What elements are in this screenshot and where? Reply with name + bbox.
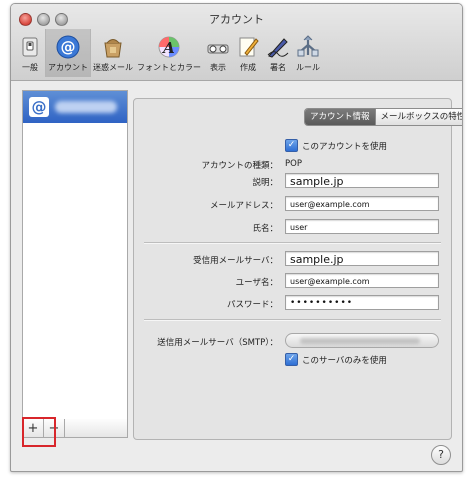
- preferences-window: アカウント 一般 @ アカウント 迷惑メール A フォントとカラー 表示 作成 …: [10, 3, 463, 472]
- account-list-item[interactable]: @: [23, 91, 127, 123]
- tab-account-info[interactable]: アカウント情報: [305, 109, 376, 125]
- checkmark-icon: ✓: [285, 139, 298, 152]
- toolbar-accounts[interactable]: @ アカウント: [45, 29, 91, 77]
- divider: [144, 319, 441, 321]
- smtp-only-row: ✓ このサーバのみを使用: [134, 351, 451, 369]
- toolbar-label: 一般: [22, 63, 38, 72]
- title-bar: アカウント 一般 @ アカウント 迷惑メール A フォントとカラー 表示 作成 …: [11, 4, 462, 81]
- password-label: パスワード：: [226, 300, 278, 310]
- toolbar-rules[interactable]: ルール: [293, 29, 323, 77]
- tab-mailbox-behaviors[interactable]: メールボックスの特性: [376, 109, 462, 125]
- switch-icon: [17, 34, 43, 60]
- toolbar-label: 迷惑メール: [93, 63, 133, 72]
- help-button[interactable]: ?: [431, 445, 451, 465]
- glasses-icon: [205, 34, 231, 60]
- incoming-server-field[interactable]: sample.jp: [285, 251, 439, 266]
- compose-icon: [235, 34, 261, 60]
- toolbar-fonts-colors[interactable]: A フォントとカラー: [135, 29, 203, 77]
- checkmark-icon: ✓: [285, 353, 298, 366]
- fullname-field[interactable]: user: [285, 219, 439, 234]
- account-type-label: アカウントの種類：: [201, 161, 278, 171]
- email-row: メールアドレス： user@example.com: [134, 196, 451, 214]
- enable-account-row: ✓ このアカウントを使用: [134, 137, 451, 155]
- svg-text:@: @: [61, 38, 76, 56]
- toolbar-label: ルール: [296, 63, 320, 72]
- enable-account-checkbox[interactable]: ✓ このアカウントを使用: [285, 139, 387, 152]
- use-only-this-server-label: このサーバのみを使用: [302, 355, 387, 366]
- email-field[interactable]: user@example.com: [285, 196, 439, 211]
- description-field[interactable]: sample.jp: [285, 173, 439, 188]
- incoming-server-label: 受信用メールサーバ：: [193, 256, 278, 266]
- smtp-row: 送信用メールサーバ（SMTP）：: [134, 333, 451, 351]
- trash-bag-icon: [100, 34, 126, 60]
- description-label: 説明：: [252, 178, 278, 188]
- password-row: パスワード： ••••••••••: [134, 295, 451, 313]
- at-sign-icon: @: [55, 34, 81, 60]
- svg-text:A: A: [161, 39, 175, 57]
- toolbar-viewing[interactable]: 表示: [203, 29, 233, 77]
- username-label: ユーザ名：: [235, 278, 278, 288]
- username-row: ユーザ名： user@example.com: [134, 273, 451, 291]
- account-detail-panel: アカウント情報 メールボックスの特性 詳細 ✓ このアカウントを使用 アカウント…: [133, 98, 462, 440]
- toolbar-composing[interactable]: 作成: [233, 29, 263, 77]
- smtp-label: 送信用メールサーバ（SMTP）：: [157, 338, 278, 348]
- toolbar-label: アカウント: [48, 63, 88, 72]
- smtp-server-popup[interactable]: [285, 333, 439, 348]
- password-field[interactable]: ••••••••••: [285, 295, 439, 310]
- pen-icon: [265, 34, 291, 60]
- enable-account-label: このアカウントを使用: [302, 141, 388, 152]
- use-only-this-server-checkbox[interactable]: ✓ このサーバのみを使用: [285, 353, 387, 366]
- account-type-row: アカウントの種類： POP: [134, 156, 451, 174]
- accounts-pane: @ + − アカウント情報 メールボックスの特性 詳細 ✓ このアカウントを使用: [11, 81, 462, 471]
- toolbar-label: 表示: [210, 63, 226, 72]
- toolbar-label: 署名: [270, 63, 286, 72]
- add-button-highlight: [22, 417, 56, 447]
- fullname-row: 氏名： user: [134, 219, 451, 237]
- smtp-server-redacted: [300, 338, 420, 344]
- at-sign-icon: @: [29, 97, 49, 117]
- accounts-list[interactable]: @: [22, 90, 128, 421]
- email-label: メールアドレス：: [209, 201, 278, 211]
- font-color-icon: A: [156, 34, 182, 60]
- description-row: 説明： sample.jp: [134, 173, 451, 191]
- window-title: アカウント: [209, 13, 264, 26]
- divider: [144, 242, 441, 244]
- toolbar-label: フォントとカラー: [137, 63, 201, 72]
- detail-tabs: アカウント情報 メールボックスの特性 詳細: [304, 108, 462, 126]
- incoming-server-row: 受信用メールサーバ： sample.jp: [134, 251, 451, 269]
- rules-icon: [295, 34, 321, 60]
- account-name-redacted: [55, 101, 117, 113]
- account-type-value: POP: [285, 159, 302, 169]
- toolbar-signatures[interactable]: 署名: [263, 29, 293, 77]
- toolbar-junk-mail[interactable]: 迷惑メール: [91, 29, 135, 77]
- toolbar-general[interactable]: 一般: [15, 29, 45, 77]
- preferences-toolbar: 一般 @ アカウント 迷惑メール A フォントとカラー 表示 作成 署名 ルール: [15, 29, 323, 77]
- fullname-label: 氏名：: [252, 224, 278, 234]
- username-field[interactable]: user@example.com: [285, 273, 439, 288]
- toolbar-label: 作成: [240, 63, 256, 72]
